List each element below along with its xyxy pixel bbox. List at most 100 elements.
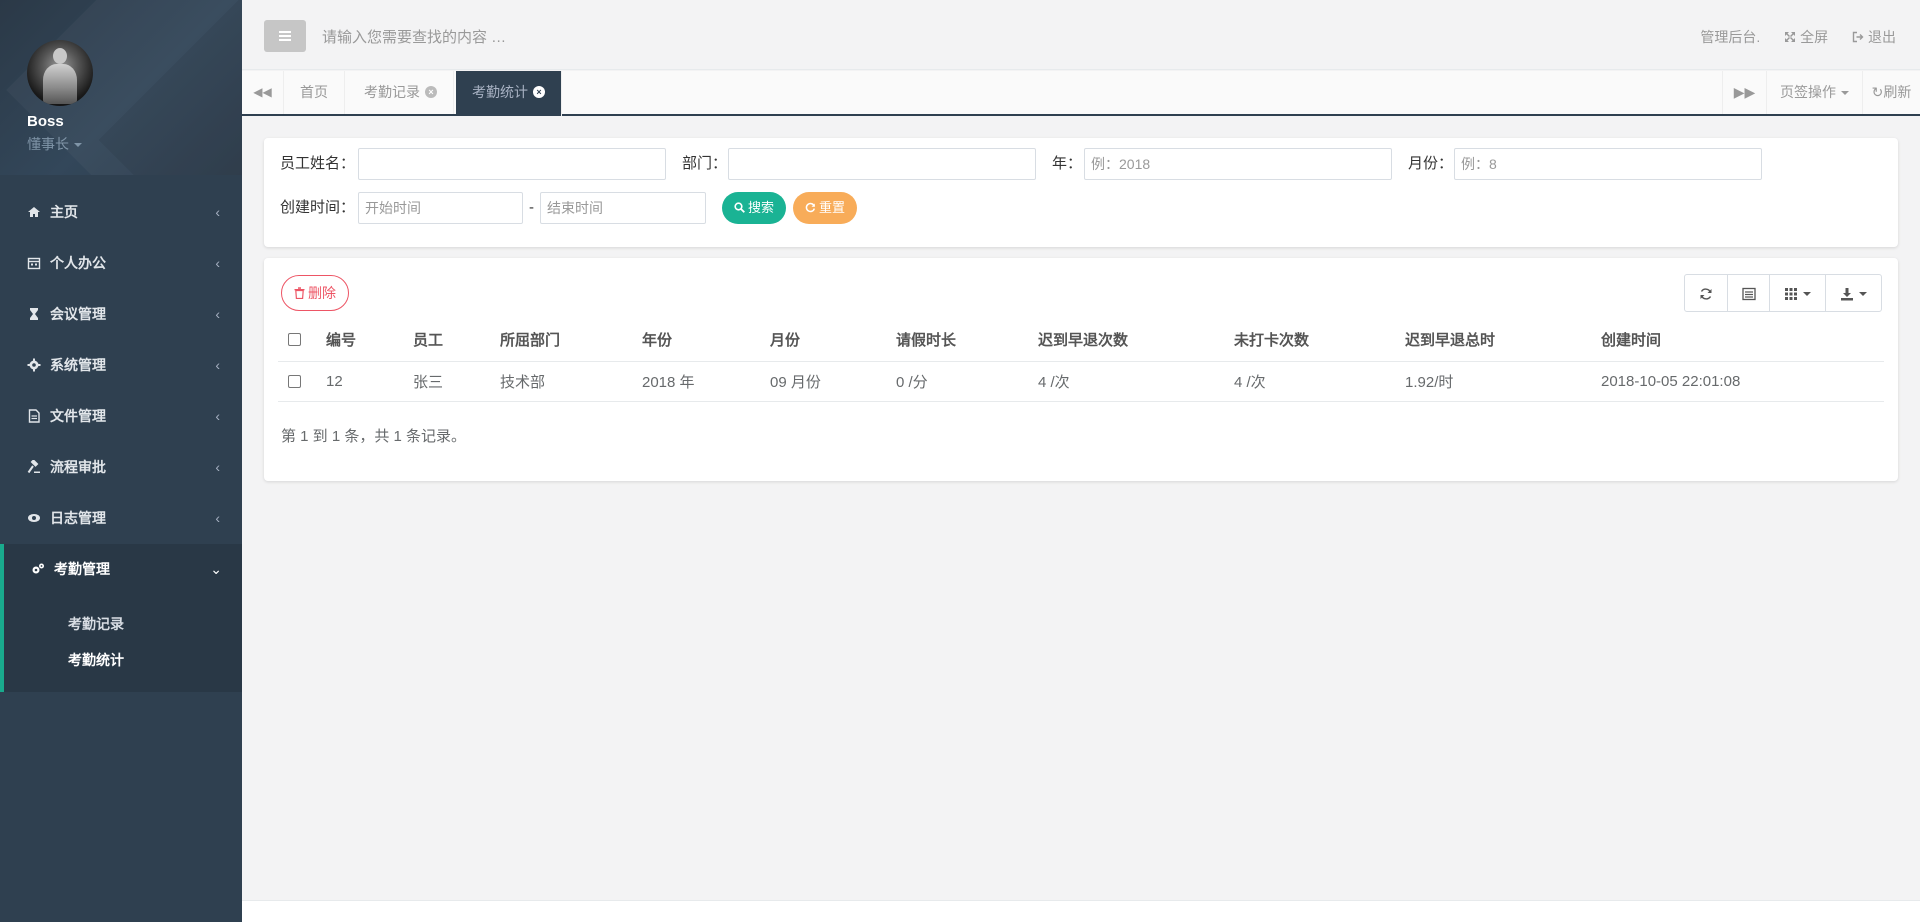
column-header[interactable]: 所屈部门 xyxy=(490,318,632,362)
gavel-icon xyxy=(27,460,40,474)
sidebar-item-label: 会议管理 xyxy=(50,306,106,322)
table-panel: 删除 编号 员工 所屈部门 年份 月份 请假时长 迟到早退次数 未打卡次数 迟到… xyxy=(264,258,1898,481)
sidebar-item-label: 日志管理 xyxy=(50,510,106,526)
pagination-info: 第 1 到 1 条，共 1 条记录。 xyxy=(281,428,467,445)
calendar-icon xyxy=(27,258,41,270)
fullscreen-button[interactable]: 全屏 xyxy=(1784,29,1828,45)
sidebar-item-label: 主页 xyxy=(50,204,78,220)
tab-label: 首页 xyxy=(300,84,328,100)
caret-down-icon xyxy=(1859,292,1867,297)
chevron-left-icon: ‹ xyxy=(215,357,220,373)
gears-icon xyxy=(32,563,44,574)
chevron-left-icon: ‹ xyxy=(215,459,220,475)
table-cell: 4 /次 xyxy=(1224,361,1395,402)
fullscreen-label: 全屏 xyxy=(1800,29,1829,45)
column-header[interactable]: 迟到早退总时 xyxy=(1395,318,1591,362)
created-time-label: 创建时间： xyxy=(280,199,356,216)
global-search-input[interactable] xyxy=(322,22,922,52)
topbar: 管理后台. 全屏 退出 xyxy=(242,4,1920,70)
year-input[interactable] xyxy=(1084,148,1392,180)
sidebar-item-meeting[interactable]: 会议管理 ‹ xyxy=(0,289,242,340)
column-header[interactable]: 编号 xyxy=(316,318,403,362)
end-time-input[interactable] xyxy=(540,192,706,224)
column-header[interactable]: 年份 xyxy=(632,318,760,362)
expand-icon xyxy=(1785,32,1796,43)
table-cell: 09 月份 xyxy=(760,361,886,402)
grid-icon xyxy=(1785,288,1797,301)
table-cell: 4 /次 xyxy=(1028,361,1224,402)
submenu-item-attendance-records[interactable]: 考勤记录 xyxy=(68,606,124,642)
double-right-icon: ▶▶ xyxy=(1733,84,1756,100)
chevron-left-icon: ‹ xyxy=(215,510,220,526)
user-role: 懂事长 xyxy=(27,136,69,152)
sidebar-item-home[interactable]: 主页 ‹ xyxy=(0,187,242,238)
refresh-icon: ↻ xyxy=(1871,84,1884,100)
tabs-scroll-left-button[interactable]: ◀◀ xyxy=(242,71,284,114)
select-all-checkbox[interactable] xyxy=(288,333,301,347)
sidebar-item-approval[interactable]: 流程审批 ‹ xyxy=(0,442,242,493)
double-left-icon: ◀◀ xyxy=(253,85,272,99)
avatar[interactable] xyxy=(27,40,93,106)
footer xyxy=(242,900,1920,922)
table-row[interactable]: 12 张三 技术部 2018 年 09 月份 0 /分 4 /次 4 /次 1.… xyxy=(278,361,1884,402)
table-columns-dropdown[interactable] xyxy=(1769,275,1825,311)
column-header[interactable]: 未打卡次数 xyxy=(1224,318,1395,362)
tab-operations-dropdown[interactable]: 页签操作 xyxy=(1766,71,1862,114)
home-icon xyxy=(28,207,40,218)
column-header[interactable]: 请假时长 xyxy=(886,318,1028,362)
topbar-actions: 管理后台. 全屏 退出 xyxy=(1680,4,1896,70)
tab-attendance-records[interactable]: 考勤记录 × xyxy=(348,71,454,114)
column-header[interactable]: 迟到早退次数 xyxy=(1028,318,1224,362)
row-checkbox[interactable] xyxy=(288,375,301,389)
sidebar-item-label: 考勤管理 xyxy=(54,561,110,577)
search-form-panel: 员工姓名： 部门： 年： 月份： 创建时间： - 搜索 重置 xyxy=(264,138,1898,247)
table-cell: 12 xyxy=(316,361,403,402)
eye-icon xyxy=(28,514,40,523)
department-input[interactable] xyxy=(728,148,1036,180)
month-input[interactable] xyxy=(1454,148,1762,180)
sidebar-item-label: 个人办公 xyxy=(50,255,106,271)
chevron-left-icon: ‹ xyxy=(215,204,220,220)
attendance-submenu: 考勤记录 考勤统计 xyxy=(68,606,124,678)
employee-name-input[interactable] xyxy=(358,148,666,180)
hourglass-icon xyxy=(30,308,38,321)
column-header[interactable]: 创建时间 xyxy=(1591,318,1884,362)
department-label: 部门： xyxy=(682,155,728,172)
sidebar-item-system[interactable]: 系统管理 ‹ xyxy=(0,340,242,391)
table-export-dropdown[interactable] xyxy=(1825,275,1881,311)
search-button[interactable]: 搜索 xyxy=(722,192,787,224)
admin-link[interactable]: 管理后台. xyxy=(1700,29,1760,45)
tab-attendance-stats[interactable]: 考勤统计 × xyxy=(456,71,562,116)
close-tab-icon[interactable]: × xyxy=(425,86,437,99)
sidebar-item-personal-office[interactable]: 个人办公 ‹ xyxy=(0,238,242,289)
sidebar-item-attendance[interactable]: 考勤管理 ⌄ 考勤记录 考勤统计 xyxy=(0,544,242,692)
tab-home[interactable]: 首页 xyxy=(284,71,345,114)
table-cell: 1.92/时 xyxy=(1395,361,1591,402)
table-toggle-view-button[interactable] xyxy=(1727,275,1769,311)
logout-button[interactable]: 退出 xyxy=(1852,29,1896,45)
table-cell: 2018 年 xyxy=(632,361,760,402)
sidebar-item-logs[interactable]: 日志管理 ‹ xyxy=(0,493,242,544)
sidebar-item-files[interactable]: 文件管理 ‹ xyxy=(0,391,242,442)
date-range-separator: - xyxy=(529,199,534,216)
start-time-input[interactable] xyxy=(358,192,523,224)
user-role-dropdown[interactable]: 懂事长 xyxy=(27,134,82,154)
tabs-scroll-right-button[interactable]: ▶▶ xyxy=(1722,71,1766,114)
column-header[interactable]: 月份 xyxy=(760,318,886,362)
reset-button[interactable]: 重置 xyxy=(793,192,858,224)
table-refresh-button[interactable] xyxy=(1685,275,1727,311)
caret-down-icon xyxy=(1803,292,1811,297)
table-cell: 0 /分 xyxy=(886,361,1028,402)
submenu-item-attendance-stats[interactable]: 考勤统计 xyxy=(68,642,124,678)
menu-toggle-button[interactable] xyxy=(264,20,306,52)
column-header[interactable]: 员工 xyxy=(403,318,490,362)
table-cell: 技术部 xyxy=(490,361,632,402)
close-tab-icon[interactable]: × xyxy=(533,86,545,99)
refresh-tab-button[interactable]: ↻刷新 xyxy=(1862,71,1920,114)
attendance-stats-table: 编号 员工 所屈部门 年份 月份 请假时长 迟到早退次数 未打卡次数 迟到早退总… xyxy=(278,318,1884,402)
caret-down-icon xyxy=(74,143,82,148)
logout-label: 退出 xyxy=(1868,29,1896,45)
gear-icon xyxy=(27,358,41,372)
table-cell: 张三 xyxy=(403,361,490,402)
delete-button[interactable]: 删除 xyxy=(281,275,349,311)
